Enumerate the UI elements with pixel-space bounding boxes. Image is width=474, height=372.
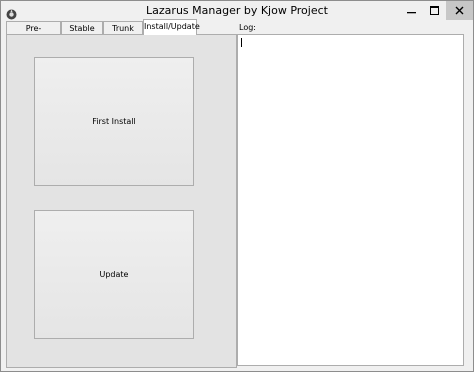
- log-label: Log:: [239, 23, 256, 32]
- first-install-button[interactable]: First Install: [34, 57, 194, 186]
- log-textarea[interactable]: [237, 34, 464, 366]
- minimize-button[interactable]: [400, 1, 423, 20]
- maximize-button[interactable]: [423, 1, 446, 20]
- close-button[interactable]: [446, 1, 473, 20]
- title-bar[interactable]: Lazarus Manager by Kjow Project: [1, 1, 473, 21]
- maximize-icon: [423, 6, 446, 15]
- tab-install-update[interactable]: Install/Update: [143, 19, 200, 35]
- tab-trunk-tree[interactable]: Trunk Tree: [103, 21, 143, 46]
- close-icon: [446, 6, 473, 15]
- app-window: Lazarus Manager by Kjow Project Pre-Inst…: [0, 0, 474, 372]
- update-button[interactable]: Update: [34, 210, 194, 339]
- tab-stable-tree[interactable]: Stable Tree: [61, 21, 103, 46]
- minimize-icon: [400, 6, 423, 15]
- tab-pre-installation[interactable]: Pre-Installation: [6, 21, 61, 46]
- text-caret: [241, 38, 242, 47]
- install-update-panel: First Install Update: [6, 34, 237, 368]
